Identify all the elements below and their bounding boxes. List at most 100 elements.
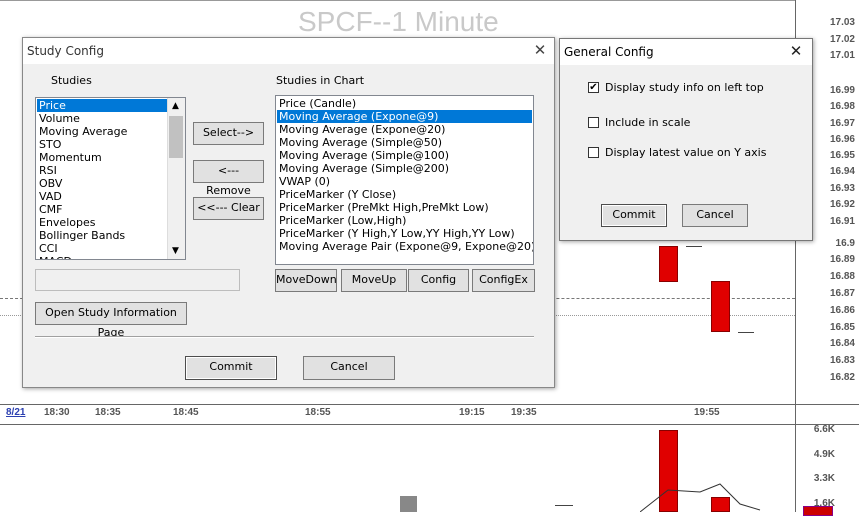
close-icon[interactable]: ✕ [786, 42, 806, 60]
candle-doji [686, 246, 702, 247]
studies-list-item[interactable]: Moving Average [37, 125, 169, 138]
volume-label: 6.6K [813, 424, 835, 435]
commit-button[interactable]: Commit [601, 204, 667, 227]
studies-in-chart-item[interactable]: PriceMarker (Low,High) [277, 214, 532, 227]
display-latest-value-label: Display latest value on Y axis [605, 146, 767, 159]
x-axis-label: 19:15 [459, 407, 485, 418]
y-axis-label: 17.03 [829, 17, 855, 28]
x-axis-label: 19:55 [694, 407, 720, 418]
y-axis-label: 17.02 [829, 34, 855, 45]
y-axis-label: 16.93 [829, 183, 855, 194]
display-study-info-label: Display study info on left top [605, 81, 764, 94]
study-config-dialog: Study Config ✕ Studies Studies in Chart … [22, 37, 555, 388]
studies-list-item[interactable]: Bollinger Bands [37, 229, 169, 242]
y-axis-label: 16.9 [835, 238, 855, 249]
select-button[interactable]: Select--> [193, 122, 264, 145]
studies-in-chart-item[interactable]: Price (Candle) [277, 97, 532, 110]
candle [659, 246, 678, 282]
x-axis-line [0, 404, 859, 405]
movedown-button[interactable]: MoveDown [275, 269, 337, 292]
cancel-button[interactable]: Cancel [682, 204, 748, 227]
y-axis-label: 16.85 [829, 322, 855, 333]
y-axis-label: 17.01 [829, 50, 855, 61]
x-axis-label: 19:35 [511, 407, 537, 418]
studies-list-item[interactable]: Momentum [37, 151, 169, 164]
study-config-title: Study Config [27, 44, 104, 58]
y-axis-label: 16.98 [829, 101, 855, 112]
y-axis-label: 16.82 [829, 372, 855, 383]
studies-in-chart-item[interactable]: Moving Average (Expone@20) [277, 123, 532, 136]
x-axis-date: 8/21 [6, 407, 26, 418]
configex-button[interactable]: ConfigEx [472, 269, 535, 292]
chart-border [0, 0, 795, 1]
studies-list[interactable]: Price Volume Moving Average STO Momentum RSI O… [35, 97, 186, 260]
study-config-titlebar[interactable]: Study Config ✕ [23, 38, 554, 64]
separator [35, 336, 534, 338]
include-in-scale-checkbox[interactable] [588, 117, 599, 128]
include-in-scale-label: Include in scale [605, 116, 691, 129]
studies-list-item[interactable]: Envelopes [37, 216, 169, 229]
studies-list-item[interactable]: VAD [37, 190, 169, 203]
volume-label: 4.9K [813, 449, 835, 460]
studies-in-chart-item[interactable]: PriceMarker (PreMkt High,PreMkt Low) [277, 201, 532, 214]
y-axis-label: 16.95 [829, 150, 855, 161]
studies-label: Studies [51, 74, 92, 87]
close-icon[interactable]: ✕ [530, 41, 550, 59]
y-axis-label: 16.97 [829, 118, 855, 129]
studies-scrollbar[interactable]: ▲ ▼ [167, 98, 185, 259]
display-latest-value-checkbox[interactable] [588, 147, 599, 158]
last-volume-marker [803, 506, 833, 516]
x-axis-label: 18:30 [44, 407, 70, 418]
y-axis-label: 16.96 [829, 134, 855, 145]
y-axis-label: 16.87 [829, 288, 855, 299]
candle-doji [738, 332, 754, 333]
studies-in-chart-item[interactable]: Moving Average (Simple@50) [277, 136, 532, 149]
general-config-dialog: General Config ✕ ✔ Display study info on… [559, 38, 813, 241]
studies-list-item[interactable]: Volume [37, 112, 169, 125]
studies-list-item[interactable]: CCI [37, 242, 169, 255]
remove-button[interactable]: <--- Remove [193, 160, 264, 197]
y-axis-label: 16.92 [829, 199, 855, 210]
studies-in-chart-item[interactable]: VWAP (0) [277, 175, 532, 188]
studies-in-chart-item[interactable]: Moving Average (Expone@9) [277, 110, 532, 123]
scroll-up-icon[interactable]: ▲ [172, 101, 179, 111]
config-button[interactable]: Config [408, 269, 469, 292]
candle [711, 281, 730, 332]
y-axis-label: 16.91 [829, 216, 855, 227]
general-config-title: General Config [564, 45, 654, 59]
chart-title: SPCF--1 Minute [298, 6, 499, 37]
studies-list-item[interactable]: MACD [37, 255, 169, 259]
y-axis-label: 16.83 [829, 355, 855, 366]
study-description-field [35, 269, 240, 291]
moveup-button[interactable]: MoveUp [341, 269, 407, 292]
studies-list-item[interactable]: Price [37, 99, 169, 112]
cancel-button[interactable]: Cancel [303, 356, 395, 380]
studies-list-item[interactable]: OBV [37, 177, 169, 190]
studies-in-chart-item[interactable]: Moving Average (Simple@100) [277, 149, 532, 162]
x-axis-label: 18:55 [305, 407, 331, 418]
y-axis-label: 16.99 [829, 85, 855, 96]
studies-in-chart-item[interactable]: PriceMarker (Y High,Y Low,YY High,YY Low… [277, 227, 532, 240]
studies-list-item[interactable]: STO [37, 138, 169, 151]
scroll-down-icon[interactable]: ▼ [172, 246, 179, 256]
studies-list-item[interactable]: CMF [37, 203, 169, 216]
commit-button[interactable]: Commit [185, 356, 277, 380]
studies-in-chart-item[interactable]: Moving Average Pair (Expone@9, Expone@20… [277, 240, 533, 253]
y-axis-label: 16.86 [829, 305, 855, 316]
clear-button[interactable]: <<--- Clear [193, 197, 264, 220]
studies-in-chart-label: Studies in Chart [276, 74, 365, 87]
y-axis-label: 16.89 [829, 254, 855, 265]
volume-bar [400, 496, 417, 512]
general-config-titlebar[interactable]: General Config ✕ [560, 39, 812, 65]
studies-list-item[interactable]: RSI [37, 164, 169, 177]
open-study-info-button[interactable]: Open Study Information Page [35, 302, 187, 339]
scrollbar-thumb[interactable] [169, 116, 183, 158]
y-axis-label: 16.84 [829, 338, 855, 349]
studies-in-chart-item[interactable]: Moving Average (Simple@200) [277, 162, 532, 175]
studies-in-chart-list[interactable]: Price (Candle) Moving Average (Expone@9) M… [275, 95, 534, 265]
x-axis-label: 18:35 [95, 407, 121, 418]
studies-in-chart-item[interactable]: PriceMarker (Y Close) [277, 188, 532, 201]
volume-label: 3.3K [813, 473, 835, 484]
volume-average-line [640, 483, 761, 512]
display-study-info-checkbox[interactable]: ✔ [588, 82, 599, 93]
